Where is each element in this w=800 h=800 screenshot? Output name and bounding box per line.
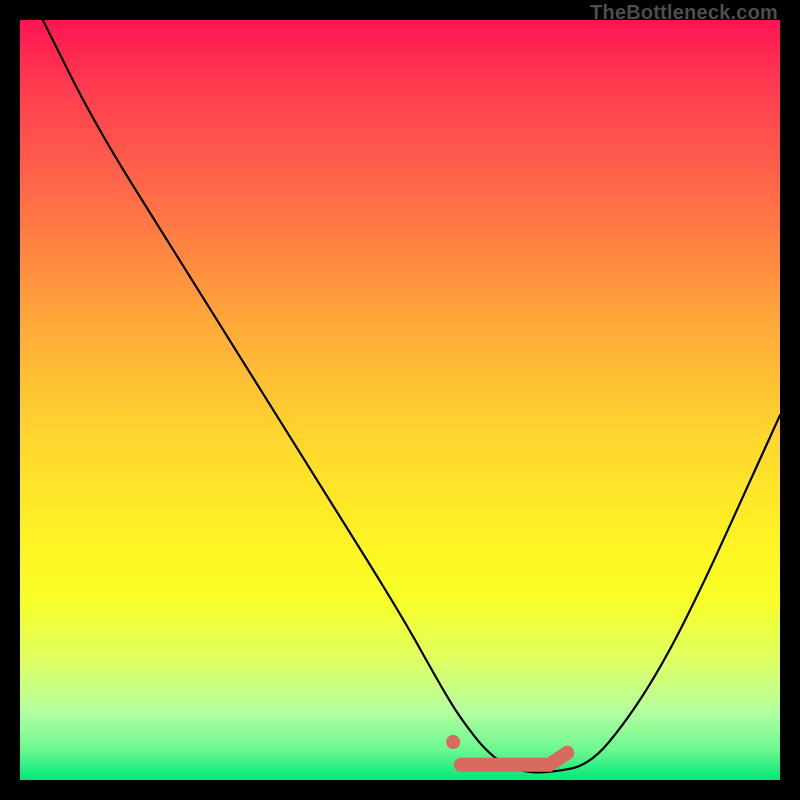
curve-svg <box>20 20 780 780</box>
optimal-range-marker <box>461 753 567 765</box>
bottleneck-curve <box>43 20 780 772</box>
chart-frame: TheBottleneck.com <box>0 0 800 800</box>
plot-area <box>20 20 780 780</box>
optimal-point-dot <box>446 735 460 749</box>
